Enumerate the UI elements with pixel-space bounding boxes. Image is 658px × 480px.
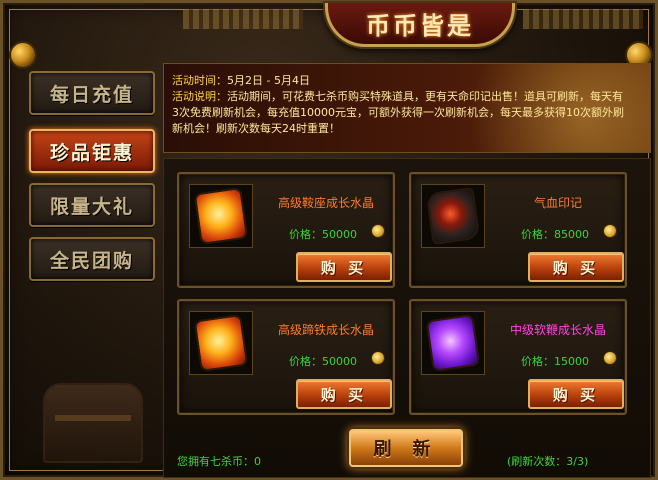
item-price-value: 50000 [322,355,357,368]
item-price-value: 85000 [554,228,589,241]
sidebar-item-limited-gifts[interactable]: 限量大礼 [29,183,155,227]
sidebar-item-daily-recharge[interactable]: 每日充值 [29,71,155,115]
buy-button[interactable]: 购 买 [528,379,624,409]
event-window: 币币皆是 每日充值 珍品钜惠 限量大礼 全民团购 活动时间：5月2日 - 5月4… [0,0,658,480]
shop-item-card: 中级软鞭成长水晶 价格：15000 购 买 [409,299,627,415]
item-icon-slot[interactable] [189,311,253,375]
event-info-panel: 活动时间：5月2日 - 5月4日 活动说明：活动期间，可花费七杀币购买特殊道具，… [163,63,651,153]
orange-crystal-icon [193,313,249,373]
sidebar-item-treasure-deals[interactable]: 珍品钜惠 [29,129,155,173]
owned-currency: 您拥有七杀币：0 [177,453,261,469]
event-time: 活动时间：5月2日 - 5月4日 [172,72,310,88]
orange-crystal-icon [193,186,249,246]
item-price-value: 50000 [322,228,357,241]
frame-ornament-left [183,9,303,29]
item-price-value: 15000 [554,355,589,368]
coin-icon [603,224,617,238]
event-time-value: 5月2日 - 5月4日 [227,74,310,87]
sidebar-item-label: 限量大礼 [49,195,134,218]
item-name: 高级鞍座成长水晶 [277,196,374,210]
owned-currency-value: 0 [254,455,261,468]
sidebar-item-group-buy[interactable]: 全民团购 [29,237,155,281]
page-title: 币币皆是 [366,11,474,40]
item-name: 气血印记 [533,196,582,210]
item-name: 中级软鞭成长水晶 [509,323,606,337]
frame-ornament-right [523,9,643,29]
treasure-chest-icon [43,383,143,463]
coin-icon [371,351,385,365]
refresh-count: (刷新次数：3/3) [507,455,589,468]
event-description-label: 活动说明： [172,90,227,103]
shop-item-card: 高级蹄铁成长水晶 价格：50000 购 买 [177,299,395,415]
item-price: 价格：15000 [521,353,589,369]
shop-item-card: 气血印记 价格：85000 购 买 [409,172,627,288]
gold-orb-icon [9,41,37,69]
item-name: 高级蹄铁成长水晶 [277,323,374,337]
sidebar-item-label: 每日充值 [49,83,134,106]
sidebar-item-label: 全民团购 [49,249,134,272]
item-price: 价格：50000 [289,353,357,369]
buy-button[interactable]: 购 买 [296,379,392,409]
item-price: 价格：50000 [289,226,357,242]
event-time-label: 活动时间： [172,74,227,87]
item-price: 价格：85000 [521,226,589,242]
item-price-label: 价格： [289,355,322,368]
sidebar-item-label: 珍品钜惠 [49,141,134,164]
purple-crystal-icon [425,313,481,373]
item-price-label: 价格： [521,355,554,368]
event-description: 活动说明：活动期间，可花费七杀币购买特殊道具，更有天命印记出售！道具可刷新，每天… [172,89,628,137]
refresh-button[interactable]: 刷 新 [349,429,463,467]
blood-seal-icon [425,186,481,246]
item-icon-slot[interactable] [421,311,485,375]
coin-icon [371,224,385,238]
buy-button[interactable]: 购 买 [296,252,392,282]
item-icon-slot[interactable] [421,184,485,248]
item-price-label: 价格： [521,228,554,241]
owned-currency-label: 您拥有七杀币： [177,455,254,468]
event-description-value: 活动期间，可花费七杀币购买特殊道具，更有天命印记出售！道具可刷新，每天有3次免费… [172,90,624,135]
coin-icon [603,351,617,365]
shop-item-card: 高级鞍座成长水晶 价格：50000 购 买 [177,172,395,288]
buy-button[interactable]: 购 买 [528,252,624,282]
item-price-label: 价格： [289,228,322,241]
title-plaque: 币币皆是 [325,3,515,47]
item-icon-slot[interactable] [189,184,253,248]
